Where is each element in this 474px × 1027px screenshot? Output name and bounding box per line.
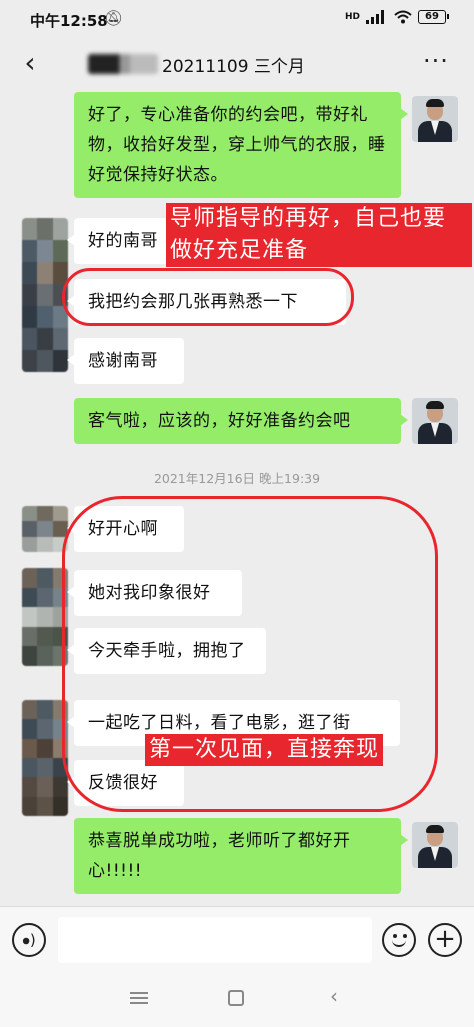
plus-icon[interactable]: +	[428, 923, 462, 957]
message-bubble[interactable]: 好了，专心准备你的约会吧，带好礼物，收拾好发型，穿上帅气的衣服，睡好觉保持好状态…	[74, 92, 408, 198]
teacher-avatar[interactable]	[412, 398, 458, 444]
more-dots-icon[interactable]: ···	[418, 46, 454, 82]
mute-icon: 🔕︎	[104, 9, 124, 27]
signal-icon	[366, 10, 388, 24]
user-avatar[interactable]	[22, 506, 68, 552]
emoji-icon[interactable]	[382, 923, 416, 957]
chat-header: ‹ 20211109 三个月 ···	[0, 40, 474, 88]
status-time: 中午12:58	[30, 12, 108, 30]
system-nav-bar: ‹	[0, 972, 474, 1027]
chat-title: 20211109 三个月	[162, 57, 305, 77]
annotation-bottom: 第一次见面，直接奔现	[145, 734, 384, 766]
menu-icon[interactable]	[130, 989, 148, 1005]
message-bubble[interactable]: 好的南哥	[67, 218, 174, 264]
contact-name-blurred	[88, 54, 158, 74]
message-bubble[interactable]: 恭喜脱单成功啦，老师听了都好开心!!!!!	[74, 818, 408, 894]
teacher-avatar[interactable]	[412, 96, 458, 142]
chat-timestamp: 2021年12月16日 晚上19:39	[153, 471, 321, 486]
network-type-label: HD	[344, 12, 360, 22]
teacher-avatar[interactable]	[412, 822, 458, 868]
wifi-icon	[394, 10, 412, 24]
annotation-top: 导师指导的再好，自己也要做好充足准备	[166, 203, 472, 267]
battery-icon: 69	[418, 10, 449, 24]
message-bubble[interactable]: 客气啦，应该的，好好准备约会吧	[74, 398, 408, 444]
message-input[interactable]	[58, 917, 372, 963]
message-bubble[interactable]: 感谢南哥	[67, 338, 184, 384]
home-icon[interactable]	[228, 990, 244, 1006]
status-bar: 中午12:58 🔕︎ HD 69	[0, 0, 474, 40]
voice-icon[interactable]: ⦁)	[12, 923, 46, 957]
back-icon[interactable]: ‹	[330, 984, 338, 1008]
input-bar: ⦁) +	[0, 906, 474, 972]
annotation-circle-top	[62, 268, 354, 326]
status-indicators: HD 69	[344, 10, 449, 24]
chevron-left-icon[interactable]: ‹	[12, 46, 48, 82]
